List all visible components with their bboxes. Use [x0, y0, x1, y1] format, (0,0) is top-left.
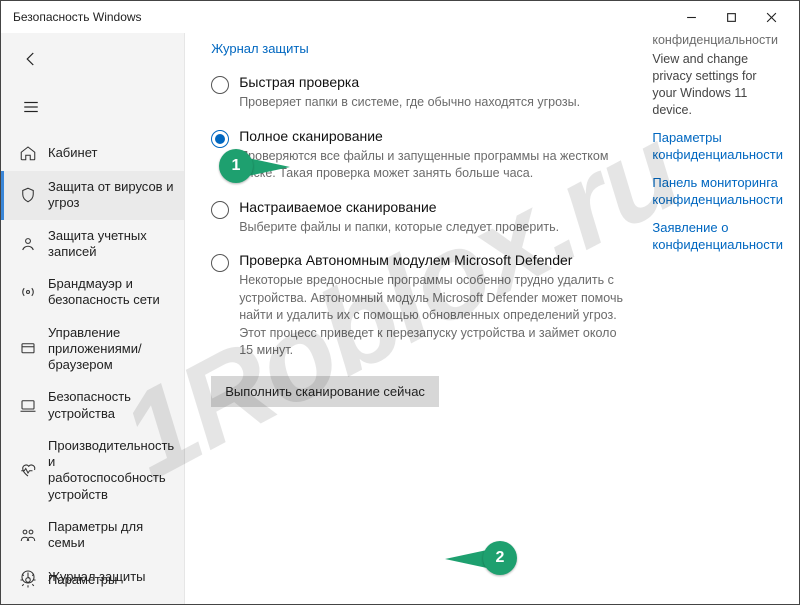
option-offline-scan[interactable]: Проверка Автономным модулем Microsoft De… — [201, 246, 632, 370]
account-icon — [18, 234, 38, 254]
sidebar-item-label: Параметры для семьи — [48, 519, 174, 552]
close-button[interactable] — [751, 3, 791, 31]
privacy-statement-link[interactable]: Заявление о конфиденциальности — [652, 219, 783, 254]
scan-now-button[interactable]: Выполнить сканирование сейчас — [211, 376, 439, 407]
maximize-button[interactable] — [711, 3, 751, 31]
privacy-dashboard-link[interactable]: Панель мониторинга конфиденциальности — [652, 174, 783, 209]
body: Кабинет Защита от вирусов и угроз Защита… — [1, 33, 799, 604]
sidebar-item-settings[interactable]: Параметры — [1, 562, 184, 598]
health-icon — [18, 460, 38, 480]
protection-history-link[interactable]: Журнал защиты — [211, 41, 309, 56]
nav: Кабинет Защита от вирусов и угроз Защита… — [1, 135, 184, 595]
maximize-icon — [726, 12, 737, 23]
app-browser-icon — [18, 339, 38, 359]
annotation-bubble-1: 1 — [219, 149, 253, 183]
radio-offline-scan[interactable] — [211, 254, 229, 272]
device-security-icon — [18, 396, 38, 416]
main: Журнал защиты Быстрая проверка Проверяет… — [185, 33, 799, 604]
sidebar-item-device-performance[interactable]: Производительность и работоспособность у… — [1, 430, 184, 511]
option-quick-scan[interactable]: Быстрая проверка Проверяет папки в систе… — [201, 68, 632, 122]
sidebar-item-label: Производительность и работоспособность у… — [48, 438, 174, 503]
shield-icon — [18, 185, 38, 205]
firewall-icon — [18, 282, 38, 302]
arrow-left-icon — [22, 50, 40, 68]
right-panel: конфиденциальности View and change priva… — [642, 33, 783, 604]
option-custom-scan[interactable]: Настраиваемое сканирование Выберите файл… — [201, 193, 632, 247]
sidebar-item-virus-threat[interactable]: Защита от вирусов и угроз — [1, 171, 184, 220]
option-desc: Некоторые вредоносные программы особенно… — [239, 272, 626, 360]
sidebar-item-account-protection[interactable]: Защита учетных записей — [1, 220, 184, 269]
radio-custom-scan[interactable] — [211, 201, 229, 219]
sidebar-item-app-browser-control[interactable]: Управление приложениями/браузером — [1, 317, 184, 382]
sidebar-item-label: Управление приложениями/браузером — [48, 325, 174, 374]
sidebar-item-home[interactable]: Кабинет — [1, 135, 184, 171]
option-desc: Проверяет папки в системе, где обычно на… — [239, 94, 626, 112]
minimize-button[interactable] — [671, 3, 711, 31]
radio-full-scan[interactable] — [211, 130, 229, 148]
sidebar-item-label: Защита учетных записей — [48, 228, 174, 261]
option-desc: Выберите файлы и папки, которые следует … — [239, 219, 626, 237]
annotation-tail-2 — [445, 550, 487, 568]
right-heading: конфиденциальности — [652, 33, 783, 47]
hamburger-icon — [22, 98, 40, 116]
option-label: Быстрая проверка — [239, 74, 626, 90]
radio-quick-scan[interactable] — [211, 76, 229, 94]
option-full-scan[interactable]: Полное сканирование Проверяются все файл… — [201, 122, 632, 193]
window-title: Безопасность Windows — [9, 10, 671, 24]
sidebar-item-label: Защита от вирусов и угроз — [48, 179, 174, 212]
back-button[interactable] — [15, 43, 47, 75]
right-desc: View and change privacy settings for you… — [652, 51, 783, 119]
annotation-bubble-2: 2 — [483, 541, 517, 575]
menu-button[interactable] — [15, 91, 47, 123]
home-icon — [18, 143, 38, 163]
sidebar-item-label: Параметры — [48, 572, 117, 588]
annotation-tail-1 — [248, 158, 290, 176]
sidebar: Кабинет Защита от вирусов и угроз Защита… — [1, 33, 185, 604]
window: Безопасность Windows — [0, 0, 800, 605]
option-desc: Проверяются все файлы и запущенные прогр… — [239, 148, 626, 183]
sidebar-item-firewall[interactable]: Брандмауэр и безопасность сети — [1, 268, 184, 317]
option-label: Настраиваемое сканирование — [239, 199, 626, 215]
sidebar-item-label: Кабинет — [48, 145, 97, 161]
titlebar: Безопасность Windows — [1, 1, 799, 33]
gear-icon — [18, 570, 38, 590]
privacy-settings-link[interactable]: Параметры конфиденциальности — [652, 129, 783, 164]
minimize-icon — [686, 12, 697, 23]
scan-options-panel: Журнал защиты Быстрая проверка Проверяет… — [195, 33, 642, 604]
sidebar-item-label: Безопасность устройства — [48, 389, 174, 422]
option-label: Полное сканирование — [239, 128, 626, 144]
option-label: Проверка Автономным модулем Microsoft De… — [239, 252, 626, 268]
sidebar-item-label: Брандмауэр и безопасность сети — [48, 276, 174, 309]
family-icon — [18, 525, 38, 545]
sidebar-item-device-security[interactable]: Безопасность устройства — [1, 381, 184, 430]
close-icon — [766, 12, 777, 23]
sidebar-item-family-options[interactable]: Параметры для семьи — [1, 511, 184, 560]
